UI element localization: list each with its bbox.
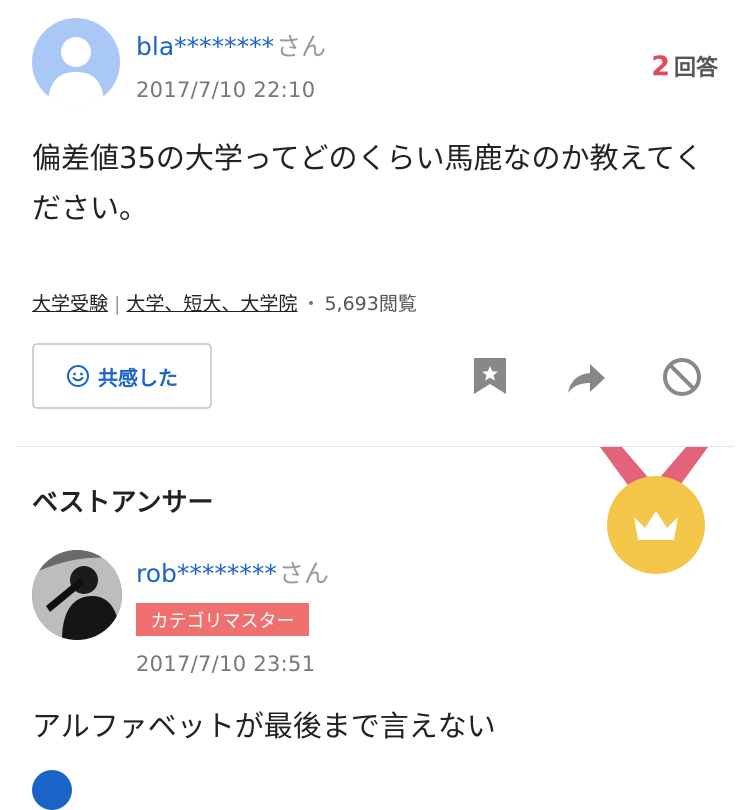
answer-count[interactable]: 2 回答 xyxy=(651,50,718,82)
bookmark-icon xyxy=(474,358,506,394)
block-icon xyxy=(663,358,701,396)
answer-author-avatar[interactable] xyxy=(32,550,122,640)
share-icon xyxy=(568,364,605,393)
empathy-button[interactable]: 共感した xyxy=(32,343,212,409)
next-answer-avatar[interactable] xyxy=(32,770,72,810)
best-answer-title: ベストアンサー xyxy=(32,488,214,518)
tag-university[interactable]: 大学、短大、大学院 xyxy=(126,293,297,315)
category-master-badge: カテゴリマスター xyxy=(136,603,309,636)
bookmark-button[interactable] xyxy=(468,354,512,398)
question-datetime: 2017/7/10 22:10 xyxy=(136,78,316,102)
best-answer-medal xyxy=(594,447,714,575)
views-prefix: ・ xyxy=(301,293,321,315)
answer-datetime: 2017/7/10 23:51 xyxy=(136,652,316,676)
question-author-username[interactable]: bla******** xyxy=(136,32,274,61)
answer-author-honorific: さん xyxy=(278,559,329,588)
answer-author-name[interactable]: rob********さん xyxy=(136,554,329,590)
tag-exam[interactable]: 大学受験 xyxy=(32,293,108,315)
question-author-honorific: さん xyxy=(276,32,327,61)
medal-crown-icon xyxy=(600,447,708,574)
block-button[interactable] xyxy=(660,355,704,399)
empathy-label: 共感した xyxy=(98,365,178,390)
answer-count-number: 2 xyxy=(651,51,670,82)
question-author-name[interactable]: bla********さん xyxy=(136,27,326,63)
question-author-avatar[interactable] xyxy=(32,18,120,106)
tag-separator: | xyxy=(114,293,121,315)
question-body: 偏差値35の大学ってどのくらい馬鹿なのか教えてください。 xyxy=(32,141,704,225)
share-button[interactable] xyxy=(564,356,608,400)
musician-photo xyxy=(32,550,122,640)
smile-icon xyxy=(67,365,89,387)
question-tags: 大学受験 | 大学、短大、大学院・ 5,693閲覧 xyxy=(32,289,417,316)
answer-count-label: 回答 xyxy=(673,56,718,81)
person-silhouette-icon xyxy=(48,37,104,106)
view-count: 5,693閲覧 xyxy=(324,293,417,315)
best-answer-body: アルファベットが最後まで言えない xyxy=(32,709,496,743)
answer-author-username[interactable]: rob******** xyxy=(136,559,277,588)
